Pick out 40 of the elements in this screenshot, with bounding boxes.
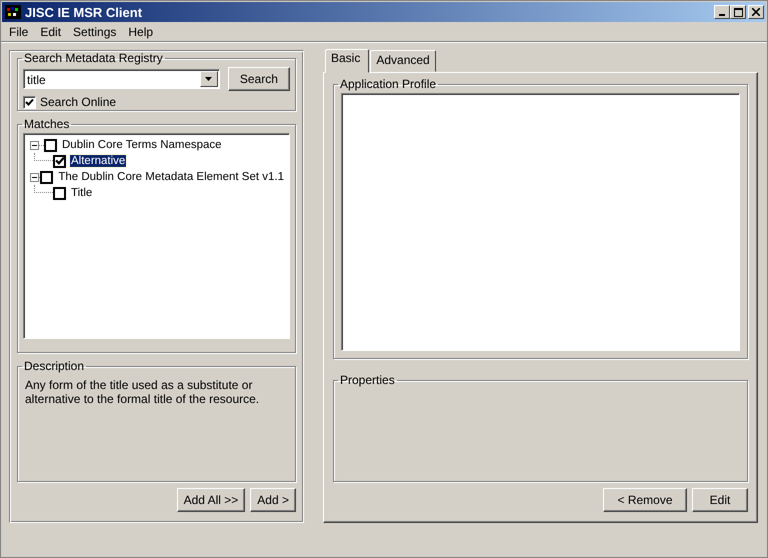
minimize-button[interactable]	[714, 5, 730, 19]
caret-icon	[205, 77, 212, 81]
tree-item[interactable]: The Dublin Core Metadata Element Set v1.1	[57, 171, 285, 183]
close-button[interactable]	[748, 5, 764, 19]
maximize-button[interactable]	[730, 5, 746, 19]
checkbox-label: Search Online	[40, 95, 116, 109]
group-title: Properties	[339, 373, 396, 387]
description-text: Any form of the title used as a substitute or alternative to the formal title of the resource.	[25, 378, 260, 406]
menu-item[interactable]: Settings	[67, 24, 122, 38]
tab[interactable]: Basic	[325, 49, 370, 73]
app-icon	[5, 5, 21, 19]
checkbox[interactable]	[23, 96, 36, 108]
group-title: Matches	[23, 117, 70, 131]
search-button[interactable]: Search	[228, 67, 290, 91]
action-button[interactable]: Edit	[692, 488, 748, 512]
collapse-icon[interactable]	[30, 172, 39, 182]
collapse-icon[interactable]	[30, 140, 39, 150]
tree-item[interactable]: Dublin Core Terms Namespace	[61, 139, 223, 151]
search-field[interactable]: title	[24, 71, 199, 88]
tab[interactable]: Advanced	[370, 50, 436, 72]
search-combo-box[interactable]: title	[23, 69, 220, 89]
menu-item[interactable]: File	[3, 24, 34, 38]
add-button[interactable]: Add >	[250, 488, 296, 512]
maximize-icon	[734, 8, 742, 16]
group-title: Application Profile	[339, 77, 438, 91]
checkbox[interactable]	[40, 170, 54, 184]
checkbox[interactable]	[44, 138, 57, 152]
add-button[interactable]: Add All >>	[176, 488, 246, 512]
checkbox[interactable]	[53, 154, 66, 168]
tree-item[interactable]: Alternative	[70, 155, 126, 167]
checkbox[interactable]	[53, 186, 66, 200]
group-title: Search Metadata Registry	[23, 51, 164, 65]
menu-item[interactable]: Edit	[34, 24, 68, 38]
action-button[interactable]: < Remove	[603, 488, 687, 512]
window-title: JISC IE MSR Client	[25, 4, 144, 20]
group-title: Description	[23, 359, 86, 373]
tree-item[interactable]: Title	[70, 187, 94, 199]
menu-item[interactable]: Help	[122, 24, 160, 38]
dropdown-button[interactable]	[200, 71, 218, 87]
close-icon	[752, 8, 760, 16]
